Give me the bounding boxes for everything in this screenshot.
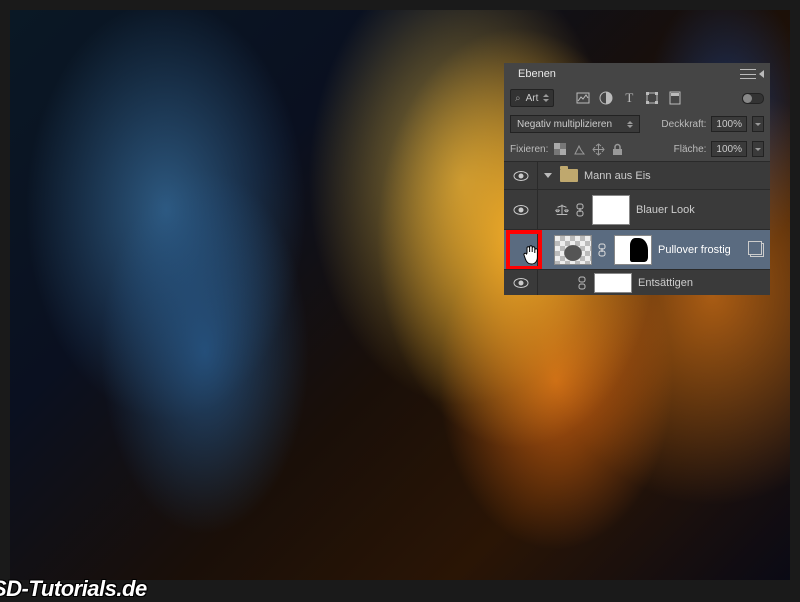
filter-label: Art (526, 93, 539, 104)
fill-value[interactable]: 100% (711, 141, 747, 157)
mask-thumbnail[interactable] (614, 235, 652, 265)
link-icon (578, 276, 588, 290)
disclosure-triangle-icon[interactable] (544, 173, 552, 178)
eye-icon (513, 170, 529, 182)
filter-type-dropdown[interactable]: ⌕ Art (510, 89, 554, 107)
color-balance-icon (554, 202, 570, 218)
blend-row: Negativ multiplizieren Deckkraft: 100% (504, 111, 770, 137)
eye-icon (513, 277, 529, 289)
blend-mode-dropdown[interactable]: Negativ multiplizieren (510, 115, 640, 133)
layer-name[interactable]: Entsättigen (638, 277, 764, 289)
visibility-toggle[interactable] (504, 270, 538, 295)
layer-group[interactable]: Mann aus Eis (504, 161, 770, 189)
folder-icon (560, 169, 578, 182)
layers-panel: Ebenen ⌕ Art T Negativ multiplizieren (504, 63, 770, 295)
panel-header: Ebenen (504, 63, 770, 85)
lock-all-icon[interactable] (610, 142, 624, 156)
opacity-value[interactable]: 100% (711, 116, 747, 132)
lock-transparent-icon[interactable] (553, 142, 567, 156)
eye-icon (513, 204, 529, 216)
filter-adjustment-icon[interactable] (597, 89, 615, 107)
blend-mode-value: Negativ multiplizieren (517, 119, 612, 130)
link-icon (598, 243, 608, 257)
layer-thumbnail[interactable] (554, 235, 592, 265)
filter-shape-icon[interactable] (643, 89, 661, 107)
panel-menu-button[interactable] (740, 67, 756, 81)
opacity-label: Deckkraft: (661, 119, 706, 130)
lock-label: Fixieren: (510, 144, 548, 155)
link-icon (576, 203, 586, 217)
layer-row-selected[interactable]: Pullover frostig (504, 229, 770, 269)
filter-row: ⌕ Art T (504, 85, 770, 111)
collapse-arrow-icon[interactable] (759, 70, 764, 78)
fill-label: Fläche: (674, 144, 707, 155)
layer-row[interactable]: Entsättigen (504, 269, 770, 295)
lock-row: Fixieren: Fläche: 100% (504, 137, 770, 161)
mask-thumbnail[interactable] (592, 195, 630, 225)
fill-flyout[interactable] (752, 141, 764, 157)
filter-type-icon[interactable]: T (620, 89, 638, 107)
filter-pixel-icon[interactable] (574, 89, 592, 107)
watermark-text: SD-Tutorials.de (0, 576, 147, 602)
visibility-toggle[interactable] (504, 190, 538, 229)
mask-thumbnail[interactable] (594, 273, 632, 293)
visibility-toggle[interactable] (504, 230, 538, 269)
smart-filter-icon[interactable] (750, 243, 764, 257)
layer-name[interactable]: Pullover frostig (658, 244, 744, 256)
layer-name[interactable]: Mann aus Eis (584, 170, 764, 182)
layer-row[interactable]: Blauer Look (504, 189, 770, 229)
lock-position-icon[interactable] (591, 142, 605, 156)
search-icon: ⌕ (515, 93, 521, 104)
filter-toggle[interactable] (742, 93, 764, 104)
filter-smart-icon[interactable] (666, 89, 684, 107)
lock-image-icon[interactable] (572, 142, 586, 156)
opacity-flyout[interactable] (752, 116, 764, 132)
layer-name[interactable]: Blauer Look (636, 204, 764, 216)
layers-tab[interactable]: Ebenen (510, 65, 564, 83)
visibility-toggle[interactable] (504, 162, 538, 189)
